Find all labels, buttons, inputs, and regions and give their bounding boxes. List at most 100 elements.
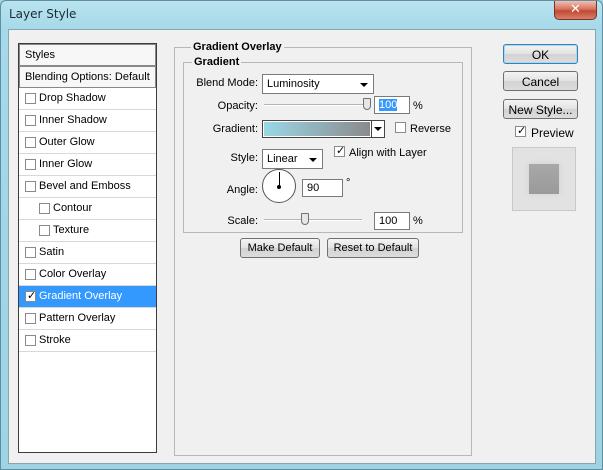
scale-label: Scale: [227,215,258,227]
style-item-checkbox[interactable] [25,115,36,126]
style-item-label: Inner Shadow [39,114,107,126]
scale-input[interactable]: 100 [374,212,410,230]
style-item-pattern-overlay[interactable]: Pattern Overlay [19,308,156,330]
style-item-checkbox[interactable] [25,335,36,346]
style-item-bevel-and-emboss[interactable]: Bevel and Emboss [19,176,156,198]
angle-input[interactable]: 90 [302,179,343,197]
opacity-value: 100 [379,99,398,111]
reset-to-default-label: Reset to Default [333,242,413,254]
styles-list: Styles Blending Options: Default Drop Sh… [18,43,157,453]
reverse-label: Reverse [410,123,451,135]
scale-unit: % [413,215,423,227]
gradient-label: Gradient: [212,123,258,135]
reset-to-default-button[interactable]: Reset to Default [327,238,419,258]
style-item-label: Gradient Overlay [39,290,123,302]
window-title: Layer Style [9,7,77,21]
align-with-layer-checkbox[interactable] [334,144,345,157]
preview-label: Preview [531,126,574,140]
style-item-label: Bevel and Emboss [39,180,131,192]
style-item-drop-shadow[interactable]: Drop Shadow [19,88,156,110]
style-item-texture[interactable]: Texture [19,220,156,242]
style-item-checkbox[interactable] [25,269,36,280]
style-item-checkbox[interactable] [25,247,36,258]
blend-mode-value: Luminosity [267,78,320,90]
style-label: Style: [230,152,258,164]
opacity-label: Opacity: [217,100,258,112]
close-icon: ✕ [570,2,581,17]
gradient-swatch[interactable] [264,122,370,136]
reverse-checkbox[interactable] [395,122,406,133]
chevron-down-icon [309,158,317,162]
style-item-outer-glow[interactable]: Outer Glow [19,132,156,154]
new-style-button[interactable]: New Style... [503,99,578,119]
preview-thumbnail [512,147,576,211]
style-item-label: Drop Shadow [39,92,106,104]
style-item-stroke[interactable]: Stroke [19,330,156,352]
style-dropdown[interactable]: Linear [262,149,323,169]
blend-mode-label: Blend Mode: [196,77,258,89]
scale-value: 100 [379,215,398,227]
gradient-group: Gradient Blend Mode: Luminosity Opacity:… [183,56,463,233]
title-bar[interactable]: Layer Style ✕ [1,1,603,29]
preview-swatch [529,164,559,194]
style-item-checkbox[interactable] [25,137,36,148]
style-item-label: Stroke [39,334,71,346]
gradient-overlay-group: Gradient Overlay Gradient Blend Mode: Lu… [174,41,472,456]
style-item-label: Pattern Overlay [39,312,116,324]
opacity-input[interactable]: 100 [374,96,410,114]
styles-header[interactable]: Styles [19,44,156,66]
style-item-label: Satin [39,246,65,258]
style-item-contour[interactable]: Contour [19,198,156,220]
chevron-down-icon [374,127,382,131]
style-item-checkbox[interactable] [39,225,50,236]
style-item-checkbox[interactable] [25,313,36,324]
opacity-unit: % [413,100,423,112]
blending-options-label: Blending Options: Default [25,71,150,83]
close-button[interactable]: ✕ [554,1,597,20]
style-value: Linear [267,153,298,165]
make-default-button[interactable]: Make Default [240,238,320,258]
dialog-client-area: Styles Blending Options: Default Drop Sh… [8,29,596,464]
opacity-slider-thumb[interactable] [363,98,371,110]
blend-mode-dropdown[interactable]: Luminosity [262,74,374,94]
style-item-checkbox[interactable] [25,93,36,104]
chevron-down-icon [360,83,368,87]
angle-dial-center [277,185,281,189]
style-item-label: Inner Glow [39,158,93,170]
style-item-checkbox[interactable] [25,181,36,192]
scale-slider-track[interactable] [264,219,362,221]
style-item-checkbox[interactable] [25,159,36,170]
style-item-inner-shadow[interactable]: Inner Shadow [19,110,156,132]
blending-options-item[interactable]: Blending Options: Default [19,66,156,88]
styles-header-label: Styles [25,49,55,61]
angle-value: 90 [307,182,320,194]
angle-dial[interactable] [262,169,296,203]
make-default-label: Make Default [247,242,313,254]
ok-button[interactable]: OK [503,44,578,64]
preview-checkbox[interactable] [515,124,526,137]
angle-label: Angle: [226,184,258,196]
gradient-dropdown-button[interactable] [371,121,384,137]
style-item-label: Contour [53,202,93,214]
cancel-label: Cancel [521,75,560,89]
layer-style-window: Layer Style ✕ Styles Blending Options: D… [0,0,603,470]
angle-unit: ° [346,177,351,189]
cancel-button[interactable]: Cancel [503,71,578,91]
gradient-picker[interactable] [262,120,385,138]
ok-label: OK [531,48,550,62]
opacity-slider-track[interactable] [264,104,367,106]
style-item-checkbox[interactable] [39,203,50,214]
style-item-label: Outer Glow [39,136,95,148]
new-style-label: New Style... [508,103,573,117]
style-item-label: Texture [53,224,90,236]
style-item-gradient-overlay[interactable]: Gradient Overlay [19,286,156,308]
style-item-satin[interactable]: Satin [19,242,156,264]
gradient-overlay-title: Gradient Overlay [191,41,284,53]
align-with-layer-label: Align with Layer [349,147,427,159]
style-item-checkbox[interactable] [25,289,36,302]
style-item-label: Color Overlay [39,268,107,280]
style-item-inner-glow[interactable]: Inner Glow [19,154,156,176]
scale-slider-thumb[interactable] [301,213,310,225]
gradient-group-title: Gradient [192,56,242,68]
style-item-color-overlay[interactable]: Color Overlay [19,264,156,286]
